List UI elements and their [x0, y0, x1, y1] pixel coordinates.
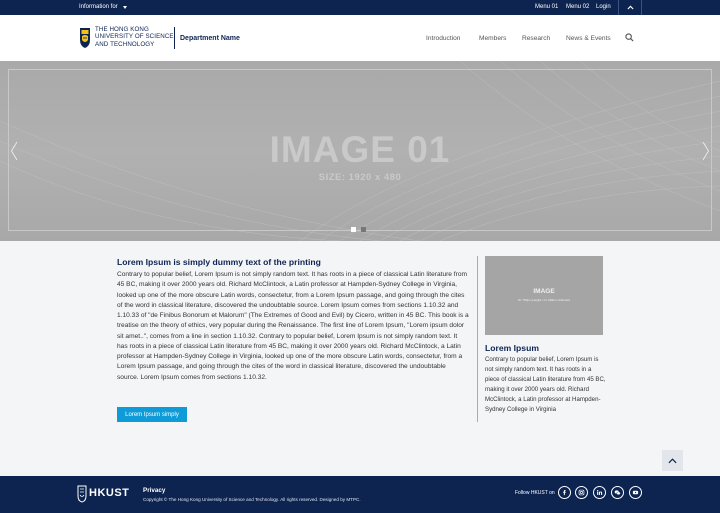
site-footer: HKUST Privacy Copyright © The Hong Kong …: [0, 476, 720, 513]
hero-slider: IMAGE 01 SIZE: 1920 x 480: [0, 61, 720, 241]
slider-pagination: [351, 227, 366, 232]
slide-dot-2[interactable]: [361, 227, 366, 232]
sidebar-divider: [477, 256, 478, 422]
chevron-down-icon: [122, 5, 127, 9]
hkust-crest-icon[interactable]: [79, 27, 91, 49]
sidebar-body-text: Contrary to popular belief, Lorem Ipsum …: [485, 356, 606, 414]
nav-introduction[interactable]: Introduction: [426, 35, 460, 42]
instagram-icon[interactable]: [575, 486, 588, 499]
site-header: THE HONG KONG UNIVERSITY OF SCIENCE AND …: [0, 15, 720, 61]
logo-divider: [174, 27, 175, 49]
menu-02-link[interactable]: Menu 02: [566, 4, 589, 10]
facebook-icon[interactable]: [558, 486, 571, 499]
lorem-ipsum-button[interactable]: Lorem Ipsum simply: [117, 407, 187, 422]
main-heading: Lorem Ipsum is simply dummy text of the …: [117, 257, 321, 267]
university-name[interactable]: THE HONG KONG UNIVERSITY OF SCIENCE AND …: [95, 26, 174, 48]
top-utility-bar: Information for Menu 01 Menu 02 Login: [0, 0, 720, 15]
collapse-topbar-button[interactable]: [618, 0, 642, 15]
hero-subtitle: SIZE: 1920 x 480: [318, 172, 402, 183]
follow-label: Follow HKUST on: [515, 490, 555, 496]
privacy-link[interactable]: Privacy: [143, 487, 165, 494]
chevron-up-icon: [668, 457, 677, 463]
hero-title: IMAGE 01: [269, 129, 451, 170]
search-icon[interactable]: [625, 33, 634, 42]
slide-dot-1[interactable]: [351, 227, 356, 232]
footer-brand[interactable]: HKUST: [89, 487, 129, 499]
nav-research[interactable]: Research: [522, 35, 550, 42]
nav-members[interactable]: Members: [479, 35, 506, 42]
youtube-icon[interactable]: [629, 486, 642, 499]
login-link[interactable]: Login: [596, 4, 611, 10]
chevron-up-icon: [626, 5, 634, 10]
information-for-label: Information for: [79, 4, 118, 10]
sidebar-heading: Lorem Ipsum: [485, 343, 539, 353]
wechat-icon[interactable]: [611, 486, 624, 499]
linkedin-icon[interactable]: [593, 486, 606, 499]
sidebar-image-placeholder: IMAGE W: 750px (Height x H: Million Unli…: [485, 256, 603, 335]
menu-01-link[interactable]: Menu 01: [535, 4, 558, 10]
sidebar-image-title: IMAGE: [533, 288, 555, 295]
nav-news-events[interactable]: News & Events: [566, 35, 611, 42]
hkust-crest-icon[interactable]: [77, 485, 87, 503]
back-to-top-button[interactable]: [662, 450, 683, 471]
main-body-text: Contrary to popular belief, Lorem Ipsum …: [117, 271, 469, 381]
information-for-dropdown[interactable]: Information for: [79, 4, 127, 10]
copyright-text: Copyright © The Hong Kong University of …: [143, 497, 361, 502]
department-name[interactable]: Department Name: [180, 35, 240, 42]
sidebar-image-caption: W: 750px (Height x H: Million Unlimited: [518, 298, 570, 302]
